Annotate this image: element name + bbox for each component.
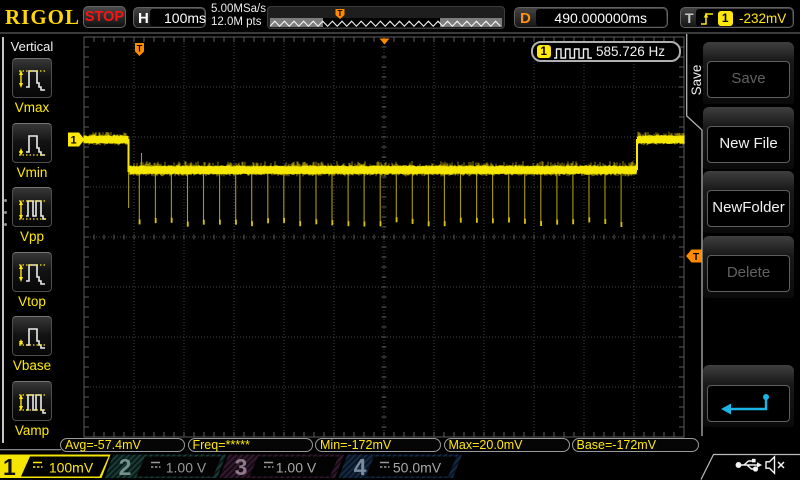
svg-text:1: 1 xyxy=(3,454,16,480)
svg-text:4: 4 xyxy=(354,454,367,480)
svg-text:1.00 V: 1.00 V xyxy=(276,460,317,476)
svg-text:2: 2 xyxy=(119,454,132,480)
svg-text:T: T xyxy=(693,252,699,263)
svg-text:50.0mV: 50.0mV xyxy=(393,460,442,476)
svg-text:1.00 V: 1.00 V xyxy=(166,460,207,476)
svg-text:T: T xyxy=(338,9,343,18)
svg-text:100mV: 100mV xyxy=(49,460,94,476)
svg-text:3: 3 xyxy=(235,454,248,480)
